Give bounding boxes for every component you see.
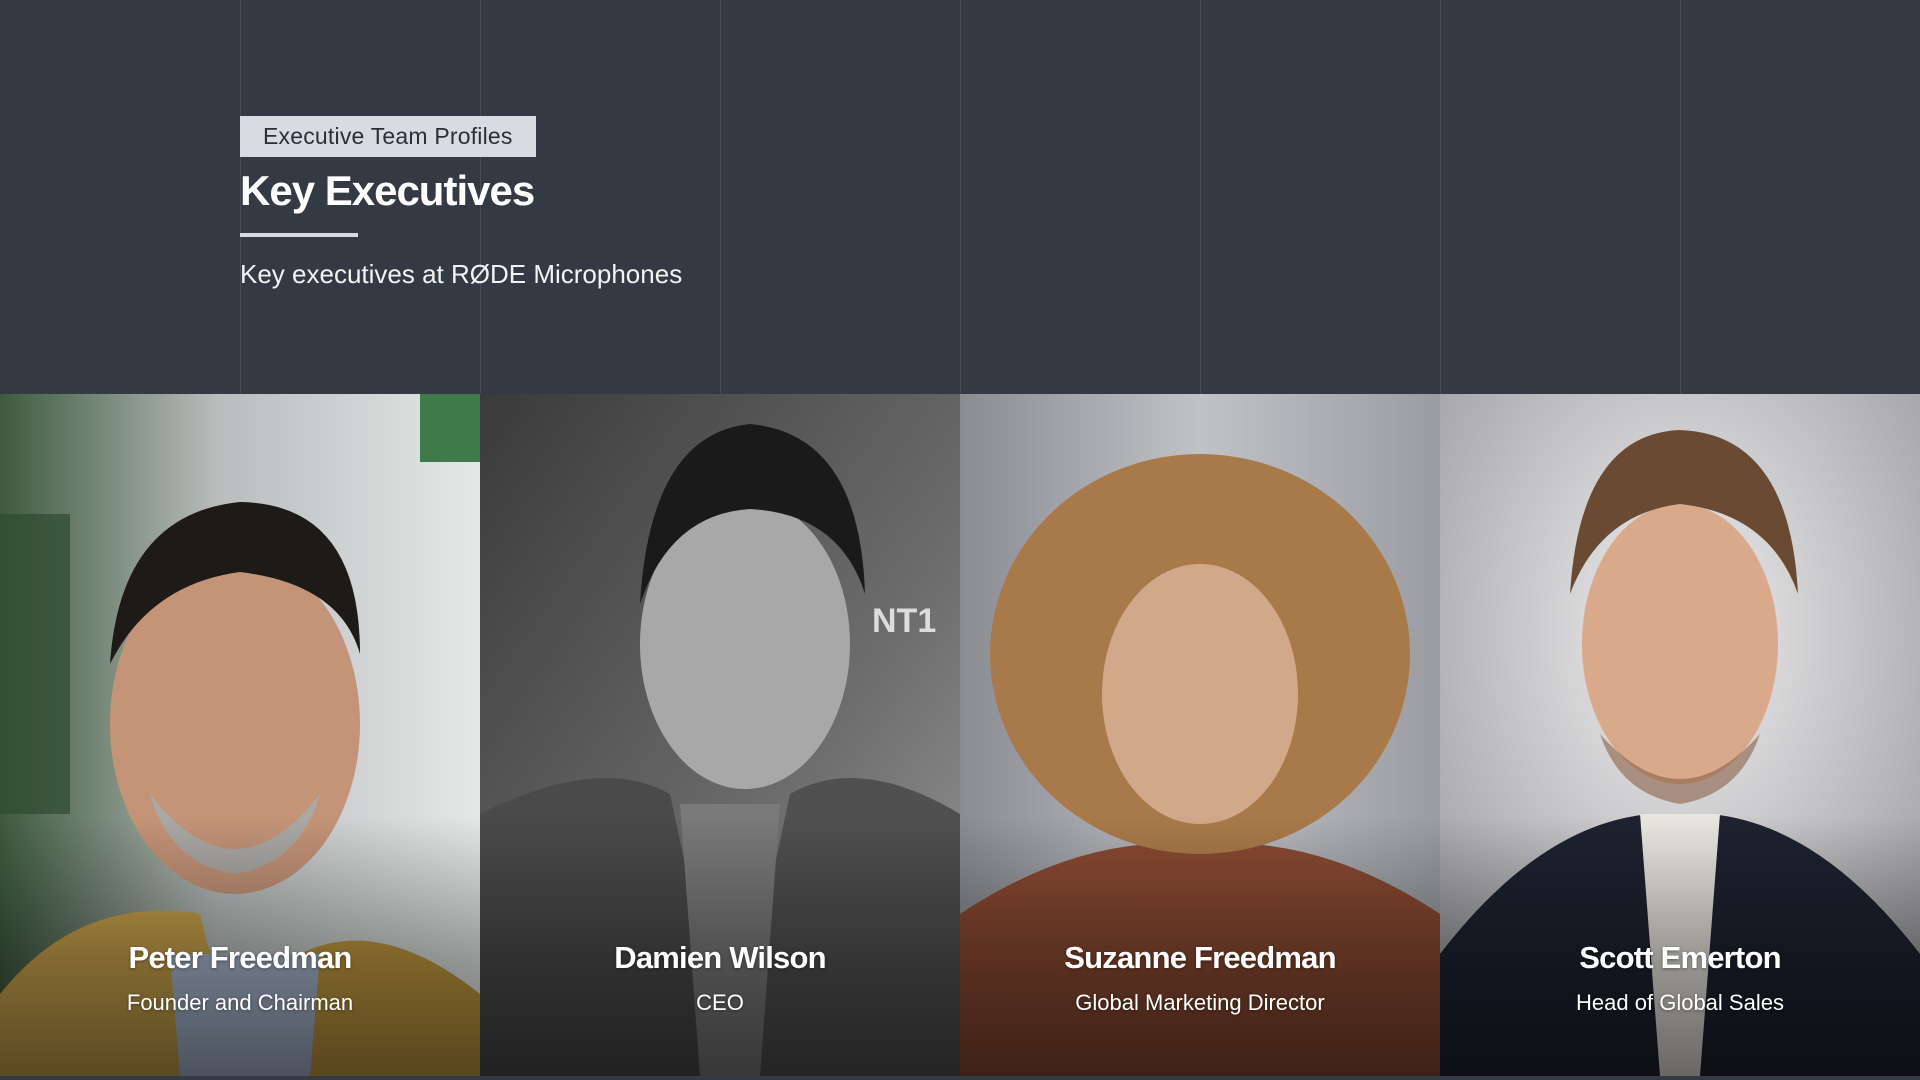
executive-role: Global Marketing Director (1075, 990, 1325, 1015)
executive-role: CEO (696, 990, 744, 1015)
eyebrow-label: Executive Team Profiles (240, 116, 536, 157)
executive-name: Suzanne Freedman (1064, 940, 1336, 975)
executive-caption: Scott Emerton Head of Global Sales (1440, 940, 1920, 1016)
bottom-strip (0, 1076, 1920, 1080)
grid-line (1440, 0, 1441, 394)
executive-name: Damien Wilson (614, 940, 826, 975)
executive-caption: Peter Freedman Founder and Chairman (0, 940, 480, 1016)
executive-name: Scott Emerton (1579, 940, 1781, 975)
executive-role: Founder and Chairman (126, 990, 354, 1015)
executive-role: Head of Global Sales (1576, 990, 1784, 1015)
executive-name: Peter Freedman (128, 940, 352, 975)
executive-caption: Damien Wilson CEO (480, 940, 960, 1016)
executive-cards: Peter Freedman Founder and Chairman NT1 … (0, 394, 1920, 1076)
title-underline (240, 233, 358, 237)
executives-section: Executive Team Profiles Key Executives K… (0, 0, 1920, 1080)
executive-caption: Suzanne Freedman Global Marketing Direct… (960, 940, 1440, 1016)
section-subtitle: Key executives at RØDE Microphones (240, 259, 683, 289)
executive-card[interactable]: Scott Emerton Head of Global Sales (1440, 394, 1920, 1076)
executive-card[interactable]: Suzanne Freedman Global Marketing Direct… (960, 394, 1440, 1076)
microphone-text: NT1 (872, 602, 936, 640)
page-title: Key Executives (240, 167, 535, 214)
grid-line (1680, 0, 1681, 394)
grid-line (1200, 0, 1201, 394)
grid-line (960, 0, 961, 394)
executive-card[interactable]: Peter Freedman Founder and Chairman (0, 394, 480, 1076)
section-header: Executive Team Profiles Key Executives K… (240, 116, 940, 290)
executive-card[interactable]: NT1 Damien Wilson CEO (480, 394, 960, 1076)
